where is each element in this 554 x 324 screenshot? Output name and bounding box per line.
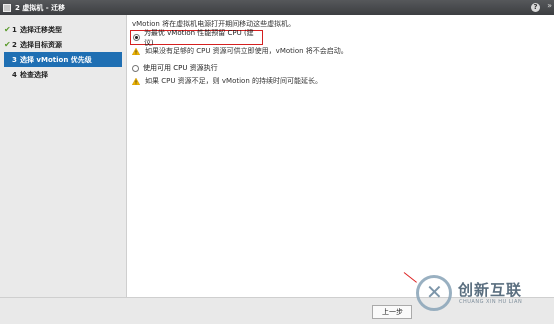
warning-message: 如果 CPU 资源不足，则 vMotion 的持续时间可能延长。 [132, 76, 322, 86]
option-label: 为最优 vMotion 性能预留 CPU (建议) [143, 28, 254, 47]
wizard-steps-panel: ✔ 1 选择迁移类型 ✔ 2 选择目标资源 3 选择 vMotion 优先级 4… [0, 15, 127, 297]
step-label: 选择目标资源 [20, 40, 62, 49]
warning-icon [132, 77, 140, 85]
help-icon[interactable]: ? [531, 3, 540, 12]
expand-icon[interactable]: » [547, 1, 552, 10]
warning-text: 如果 CPU 资源不足，则 vMotion 的持续时间可能延长。 [145, 77, 323, 85]
reserve-cpu-option[interactable]: 为最优 vMotion 性能预留 CPU (建议) [130, 28, 263, 47]
step-label: 选择 vMotion 优先级 [20, 55, 92, 64]
watermark-text: 创新互联 [458, 281, 523, 299]
title-bar: 2 虚拟机 - 迁移 ? » [0, 0, 554, 15]
step-select-migration-type[interactable]: ✔ 1 选择迁移类型 [0, 22, 126, 37]
warning-message: 如果没有足够的 CPU 资源可供立即使用，vMotion 将不会启动。 [132, 46, 348, 56]
annotation-line [403, 272, 417, 283]
step-review-selections[interactable]: 4 检查选择 [0, 67, 126, 82]
warning-text: 如果没有足够的 CPU 资源可供立即使用，vMotion 将不会启动。 [145, 47, 348, 55]
watermark-subtext: CHUANG XIN HU LIAN [459, 299, 523, 305]
checkmark-icon: ✔ [4, 40, 11, 49]
brand-logo-icon: ✕ [416, 275, 452, 311]
vm-window-icon [3, 3, 11, 12]
step-number: 1 [12, 25, 17, 34]
step-number: 4 [12, 70, 17, 79]
step-number: 2 [12, 40, 17, 49]
window-title: 2 虚拟机 - 迁移 [15, 3, 66, 12]
checkmark-icon: ✔ [4, 25, 11, 34]
watermark-logo: ✕ 创新互联 CHUANG XIN HU LIAN [400, 268, 554, 324]
radio-button-selected[interactable] [133, 34, 140, 41]
warning-icon [132, 47, 140, 55]
step-number: 3 [12, 55, 17, 64]
radio-button[interactable] [132, 64, 139, 72]
option-label: 使用可用 CPU 资源执行 [143, 64, 218, 72]
wizard-content: vMotion 将在虚拟机电源打开期间移动这些虚拟机。 为最优 vMotion … [128, 15, 554, 297]
step-label: 选择迁移类型 [20, 25, 62, 34]
step-select-target-resource[interactable]: ✔ 2 选择目标资源 [0, 37, 126, 52]
step-select-vmotion-priority[interactable]: 3 选择 vMotion 优先级 [4, 52, 122, 67]
use-available-cpu-option[interactable]: 使用可用 CPU 资源执行 [132, 63, 218, 73]
step-label: 检查选择 [20, 70, 48, 79]
